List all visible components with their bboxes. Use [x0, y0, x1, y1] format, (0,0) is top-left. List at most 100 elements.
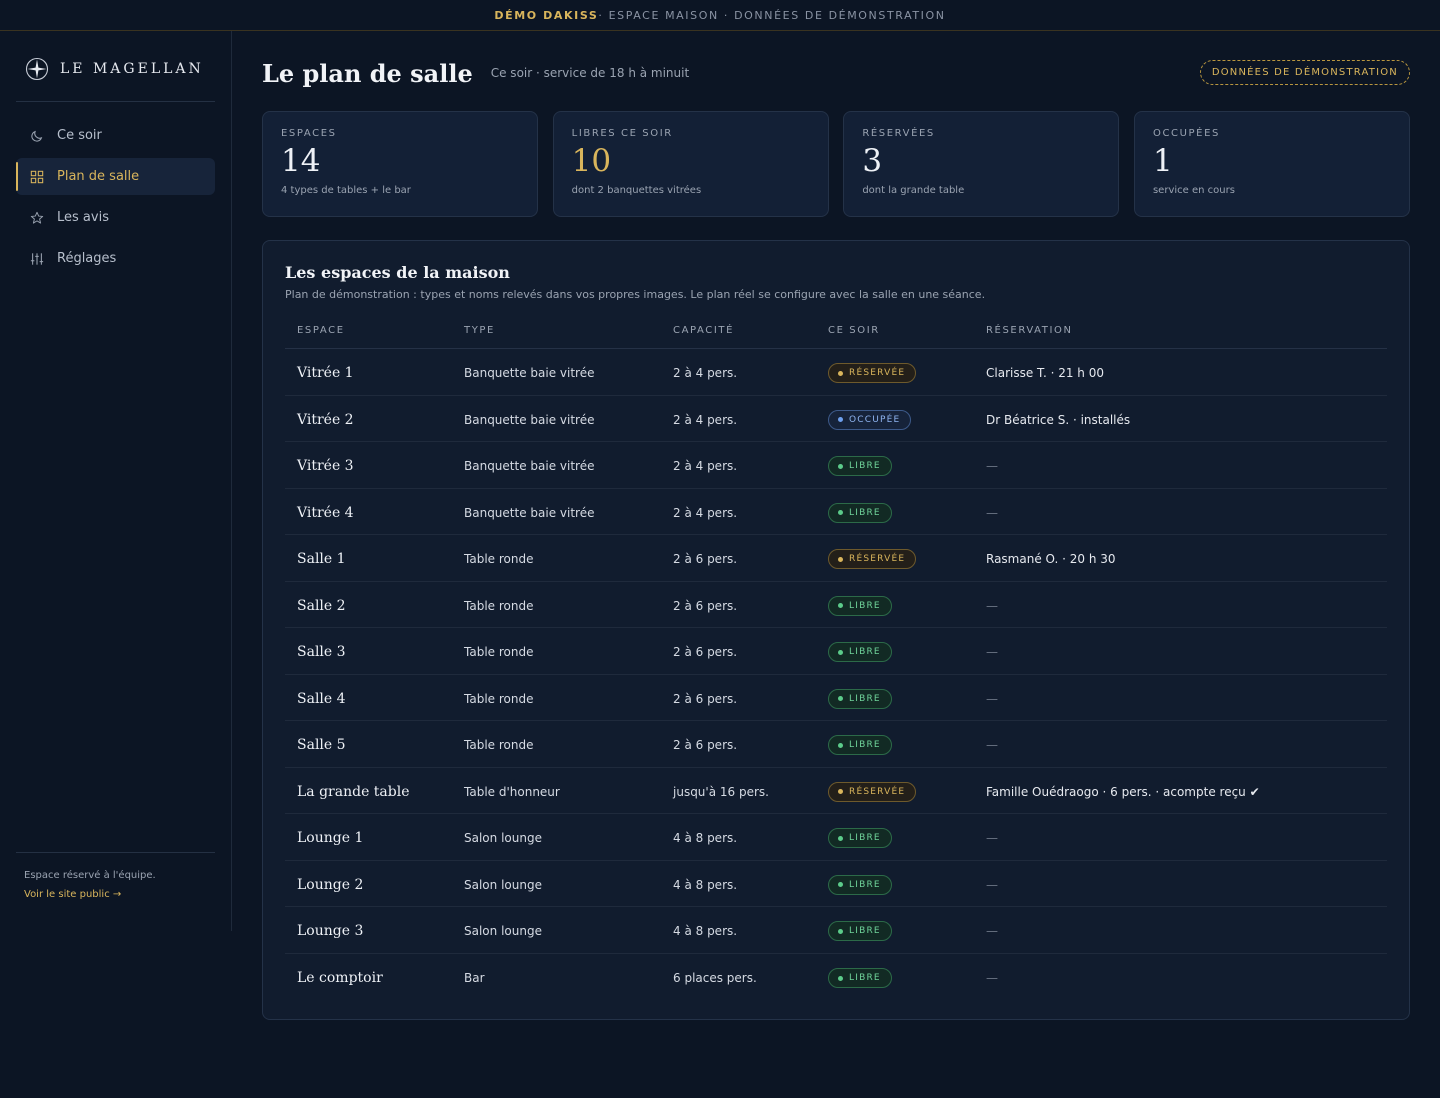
status-dot-icon [838, 742, 843, 748]
table-row[interactable]: Lounge 3 Salon lounge 4 à 8 pers. LIBRE — [285, 907, 1387, 954]
status-badge: OCCUPÉE [828, 409, 912, 430]
sidebar-item-plan-de-salle[interactable]: Plan de salle [16, 158, 215, 195]
column-header: TYPE [464, 325, 495, 336]
sidebar-item-label: Ce soir [57, 128, 102, 143]
reservation-info: Clarisse T. · 21 h 00 [986, 366, 1104, 381]
logo[interactable]: LE MAGELLAN [25, 57, 204, 81]
status-badge: RÉSERVÉE [828, 549, 917, 569]
table-header: ESPACE TYPE CAPACITÉ CE SOIR RÉSERVATION [285, 325, 1387, 349]
status-badge: LIBRE [828, 921, 892, 941]
status-badge: LIBRE [828, 735, 892, 755]
table-row[interactable]: Salle 5 Table ronde 2 à 6 pers. LIBRE — [285, 721, 1387, 768]
reservation-info: — [986, 459, 998, 474]
moon-icon [31, 130, 43, 142]
status-badge: LIBRE [828, 874, 892, 895]
table-row[interactable]: Salle 1 Table ronde 2 à 6 pers. RÉSERVÉE Ras… [285, 535, 1387, 582]
table-row[interactable]: Lounge 1 Salon lounge 4 à 8 pers. LIBRE — [285, 814, 1387, 861]
spaces-panel: Les espaces de la maison Plan de démonst… [262, 240, 1410, 1020]
status-dot-icon [838, 696, 843, 701]
table-row[interactable]: La grande table Table d'honneur jusqu'à 16… [285, 768, 1387, 814]
space-capacity: 2 à 6 pers. [673, 645, 738, 660]
space-type: Table ronde [464, 645, 534, 660]
space-capacity: 2 à 4 pers. [673, 505, 738, 520]
demo-data-badge: DONNÉES DE DÉMONSTRATION [1199, 60, 1410, 85]
spaces-table: ESPACE TYPE CAPACITÉ CE SOIR RÉSERVATION… [285, 325, 1387, 1000]
column-header: RÉSERVATION [986, 325, 1073, 336]
public-site-link[interactable]: Voir le site public → [24, 889, 156, 900]
stat-value: 10 [571, 143, 612, 179]
stat-value: 14 [281, 143, 321, 179]
space-type: Salon lounge [464, 877, 542, 892]
stat-note: service en cours [1152, 185, 1235, 196]
logo-text: LE MAGELLAN [60, 61, 204, 77]
status-label: OCCUPÉE [849, 414, 901, 425]
sidebar-item-reglages[interactable]: Réglages [16, 240, 215, 277]
status-label: LIBRE [849, 740, 881, 750]
stat-card-libres: LIBRES CE SOIR 10 dont 2 banquettes vitr… [552, 111, 829, 217]
space-type: Salon lounge [464, 831, 542, 846]
space-capacity: 2 à 6 pers. [673, 552, 738, 567]
compass-star-icon [25, 57, 49, 81]
stat-value: 3 [862, 143, 883, 179]
column-header: CAPACITÉ [673, 325, 735, 336]
space-capacity: 2 à 4 pers. [673, 366, 738, 381]
reservation-info: — [986, 831, 998, 846]
demo-banner-brand: DÉMO DAKISS [494, 8, 599, 22]
status-badge: LIBRE [828, 502, 892, 523]
space-type: Banquette baie vitrée [464, 366, 595, 381]
status-dot-icon [838, 510, 843, 515]
status-label: LIBRE [849, 507, 881, 518]
space-capacity: 4 à 8 pers. [673, 831, 738, 846]
stat-note: 4 types de tables + le bar [281, 185, 411, 196]
reservation-info: — [986, 738, 998, 753]
reservation-info: — [986, 691, 998, 706]
table-row[interactable]: Vitrée 4 Banquette baie vitrée 2 à 4 pers.… [285, 489, 1387, 535]
table-row[interactable]: Lounge 2 Salon lounge 4 à 8 pers. LIBRE — [285, 861, 1387, 907]
sidebar-item-label: Réglages [57, 251, 117, 266]
status-dot-icon [838, 882, 843, 887]
sidebar-item-les-avis[interactable]: Les avis [16, 199, 215, 236]
stat-card-occupees: OCCUPÉES 1 service en cours [1133, 111, 1410, 217]
demo-banner: DÉMO DAKISS · ESPACE MAISON · DONNÉES DE… [0, 0, 1440, 31]
stat-label: ESPACES [281, 128, 337, 139]
table-row[interactable]: Vitrée 2 Banquette baie vitrée 2 à 4 pers.… [285, 396, 1387, 442]
table-row[interactable]: Salle 3 Table ronde 2 à 6 pers. LIBRE — [285, 628, 1387, 675]
sidebar-footer-note: Espace réservé à l'équipe. [24, 870, 156, 881]
reservation-info: Rasmané O. · 20 h 30 [986, 552, 1116, 567]
status-label: RÉSERVÉE [849, 554, 906, 564]
sidebar-footer: Espace réservé à l'équipe. Voir le site … [24, 870, 156, 900]
table-body: Vitrée 1 Banquette baie vitrée 2 à 4 pers.… [285, 349, 1387, 1000]
page-header: Le plan de salle Ce soir · service de 18… [262, 57, 1410, 89]
stat-label: OCCUPÉES [1152, 128, 1220, 139]
table-row[interactable]: Vitrée 3 Banquette baie vitrée 2 à 4 pers.… [285, 442, 1387, 489]
space-name: Vitrée 2 [297, 411, 354, 428]
status-dot-icon [838, 556, 843, 562]
status-badge: RÉSERVÉE [828, 363, 917, 383]
status-badge: LIBRE [828, 828, 892, 848]
demo-banner-text: · ESPACE MAISON · DONNÉES DE DÉMONSTRATI… [598, 8, 946, 22]
table-row[interactable]: Le comptoir Bar 6 places pers. LIBRE — [285, 954, 1387, 1001]
space-name: Vitrée 4 [297, 504, 354, 521]
status-label: LIBRE [849, 647, 881, 657]
reservation-info: — [986, 924, 998, 939]
table-row[interactable]: Salle 2 Table ronde 2 à 6 pers. LIBRE — [285, 582, 1387, 628]
panel-title: Les espaces de la maison [285, 263, 510, 282]
table-row[interactable]: Vitrée 1 Banquette baie vitrée 2 à 4 pers.… [285, 349, 1387, 396]
stat-value: 1 [1152, 143, 1173, 179]
status-dot-icon [838, 789, 843, 794]
status-badge: LIBRE [828, 968, 892, 988]
sidebar-item-label: Plan de salle [57, 169, 140, 184]
stat-note: dont la grande table [862, 185, 965, 196]
status-label: LIBRE [849, 461, 881, 471]
page-title: Le plan de salle [262, 58, 473, 88]
reservation-info: — [986, 645, 998, 660]
sidebar-item-ce-soir[interactable]: Ce soir [16, 117, 215, 154]
panel-description: Plan de démonstration : types et noms re… [285, 288, 986, 301]
table-row[interactable]: Salle 4 Table ronde 2 à 6 pers. LIBRE — [285, 675, 1387, 721]
space-type: Table d'honneur [464, 784, 560, 799]
status-dot-icon [838, 975, 843, 981]
status-label: RÉSERVÉE [849, 786, 906, 797]
sidebar-divider [16, 101, 215, 102]
space-name: La grande table [297, 783, 410, 800]
status-label: LIBRE [849, 973, 881, 983]
